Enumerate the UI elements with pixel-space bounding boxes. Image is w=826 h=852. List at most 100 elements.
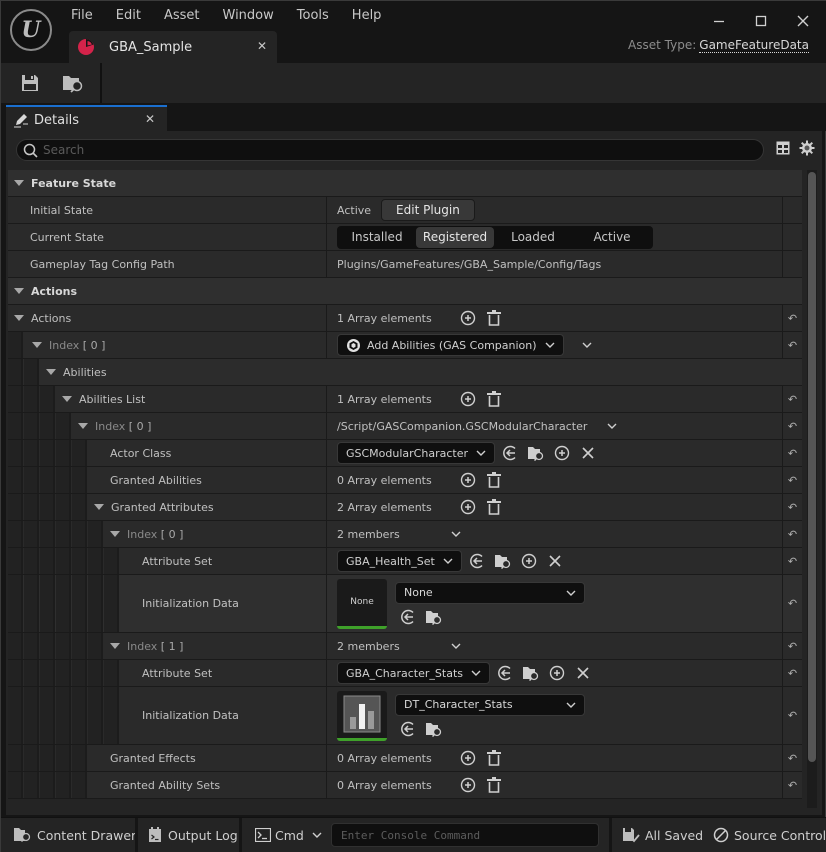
clear-array-button[interactable] xyxy=(485,776,503,794)
reset-to-default-icon[interactable]: ↶ xyxy=(782,772,802,798)
reset-to-default-icon[interactable]: ↶ xyxy=(782,413,802,439)
category-feature-state[interactable]: Feature State xyxy=(8,170,802,197)
browse-button[interactable] xyxy=(522,664,540,682)
asset-thumbnail[interactable]: None xyxy=(337,578,387,629)
close-window-button[interactable] xyxy=(791,9,815,33)
vertical-scrollbar[interactable] xyxy=(807,170,817,808)
expand-arrow-icon[interactable] xyxy=(78,423,88,429)
asset-thumbnail[interactable] xyxy=(337,690,387,741)
actor-class-combo[interactable]: GSCModularCharacter xyxy=(337,442,495,464)
use-selected-button[interactable] xyxy=(501,444,519,462)
chevron-down-icon[interactable] xyxy=(451,531,461,537)
reset-to-default-icon[interactable]: ↶ xyxy=(782,305,802,331)
chevron-down-icon[interactable] xyxy=(607,423,617,429)
browse-button[interactable] xyxy=(494,552,512,570)
state-installed[interactable]: Installed xyxy=(338,227,416,248)
use-selected-button[interactable] xyxy=(496,664,514,682)
output-log-button[interactable]: Output Log xyxy=(148,818,238,852)
reset-to-default-icon[interactable]: ↶ xyxy=(782,332,802,358)
document-tab[interactable]: GBA_Sample ✕ xyxy=(69,31,277,63)
expand-arrow-icon[interactable] xyxy=(14,315,24,321)
expand-arrow-icon[interactable] xyxy=(46,369,56,375)
attribute-set-combo[interactable]: GBA_Health_Set xyxy=(337,550,462,572)
collapse-arrow-icon[interactable] xyxy=(14,288,24,294)
reset-to-default-icon[interactable]: ↶ xyxy=(782,494,802,520)
reset-to-default-icon[interactable]: ↶ xyxy=(782,440,802,466)
source-control-button[interactable]: Source Control xyxy=(713,818,826,852)
state-loaded[interactable]: Loaded xyxy=(494,227,572,248)
console-command-input[interactable] xyxy=(332,824,598,846)
chevron-down-icon[interactable] xyxy=(582,342,592,348)
edit-plugin-button[interactable]: Edit Plugin xyxy=(381,199,475,221)
maximize-button[interactable] xyxy=(749,9,773,33)
attribute-set-combo[interactable]: GBA_Character_Stats xyxy=(337,662,490,684)
settings-gear-icon[interactable] xyxy=(799,140,815,156)
clear-array-button[interactable] xyxy=(485,749,503,767)
use-selected-button[interactable] xyxy=(468,552,486,570)
browse-button[interactable] xyxy=(425,608,443,626)
clear-array-button[interactable] xyxy=(485,309,503,327)
close-tab-icon[interactable]: ✕ xyxy=(257,39,267,53)
reset-to-default-icon[interactable]: ↶ xyxy=(782,548,802,574)
action-type-combo[interactable]: Add Abilities (GAS Companion) xyxy=(337,334,564,356)
clear-button[interactable] xyxy=(574,664,592,682)
clear-array-button[interactable] xyxy=(485,390,503,408)
chevron-down-icon[interactable] xyxy=(451,643,461,649)
all-saved-button[interactable]: All Saved xyxy=(622,818,703,852)
menu-tools[interactable]: Tools xyxy=(287,6,339,25)
reset-to-default-icon[interactable]: ↶ xyxy=(782,633,802,659)
menu-help[interactable]: Help xyxy=(342,6,392,25)
init-data-asset-combo[interactable]: DT_Character_Stats xyxy=(395,693,585,716)
browse-button[interactable] xyxy=(527,444,545,462)
add-element-button[interactable] xyxy=(459,390,477,408)
scrollbar-thumb[interactable] xyxy=(808,172,816,762)
add-new-button[interactable] xyxy=(553,444,571,462)
reset-to-default-icon[interactable]: ↶ xyxy=(782,575,802,632)
add-element-button[interactable] xyxy=(459,776,477,794)
unreal-logo-icon[interactable]: U xyxy=(10,9,52,51)
clear-button[interactable] xyxy=(546,552,564,570)
expand-arrow-icon[interactable] xyxy=(94,504,104,510)
add-element-button[interactable] xyxy=(459,309,477,327)
property-matrix-icon[interactable] xyxy=(776,141,790,155)
add-element-button[interactable] xyxy=(459,471,477,489)
state-registered[interactable]: Registered xyxy=(416,226,494,248)
reset-to-default-icon[interactable]: ↶ xyxy=(782,386,802,412)
clear-array-button[interactable] xyxy=(485,498,503,516)
content-drawer-button[interactable]: Content Drawer xyxy=(13,818,136,852)
browse-button[interactable] xyxy=(425,720,443,738)
use-selected-button[interactable] xyxy=(399,720,417,738)
reset-to-default-icon[interactable]: ↶ xyxy=(782,521,802,547)
expand-arrow-icon[interactable] xyxy=(110,643,120,649)
menu-file[interactable]: File xyxy=(61,6,103,25)
expand-arrow-icon[interactable] xyxy=(110,531,120,537)
add-new-button[interactable] xyxy=(548,664,566,682)
init-data-asset-combo[interactable]: None xyxy=(395,581,585,604)
reset-to-default-icon[interactable]: ↶ xyxy=(782,745,802,771)
reset-to-default-icon[interactable]: ↶ xyxy=(782,660,802,686)
menu-edit[interactable]: Edit xyxy=(106,6,151,25)
details-tab[interactable]: Details ✕ xyxy=(6,105,167,133)
add-new-button[interactable] xyxy=(520,552,538,570)
minimize-button[interactable] xyxy=(707,9,731,33)
reset-to-default-icon[interactable]: ↶ xyxy=(782,467,802,493)
save-button[interactable] xyxy=(17,71,43,95)
add-element-button[interactable] xyxy=(459,498,477,516)
asset-type-link[interactable]: GameFeatureData xyxy=(699,38,809,53)
use-selected-button[interactable] xyxy=(399,608,417,626)
clear-button[interactable] xyxy=(579,444,597,462)
category-actions[interactable]: Actions xyxy=(8,278,802,305)
menu-window[interactable]: Window xyxy=(213,6,284,25)
add-element-button[interactable] xyxy=(459,749,477,767)
cmd-selector[interactable]: Cmd xyxy=(255,818,322,852)
search-input[interactable] xyxy=(43,142,743,158)
clear-array-button[interactable] xyxy=(485,471,503,489)
close-details-tab-icon[interactable]: ✕ xyxy=(145,112,155,126)
expand-arrow-icon[interactable] xyxy=(62,396,72,402)
collapse-arrow-icon[interactable] xyxy=(14,180,24,186)
menu-asset[interactable]: Asset xyxy=(154,6,210,25)
state-active[interactable]: Active xyxy=(572,227,652,248)
expand-arrow-icon[interactable] xyxy=(32,342,42,348)
reset-to-default-icon[interactable]: ↶ xyxy=(782,687,802,744)
browse-to-asset-button[interactable] xyxy=(60,71,86,95)
